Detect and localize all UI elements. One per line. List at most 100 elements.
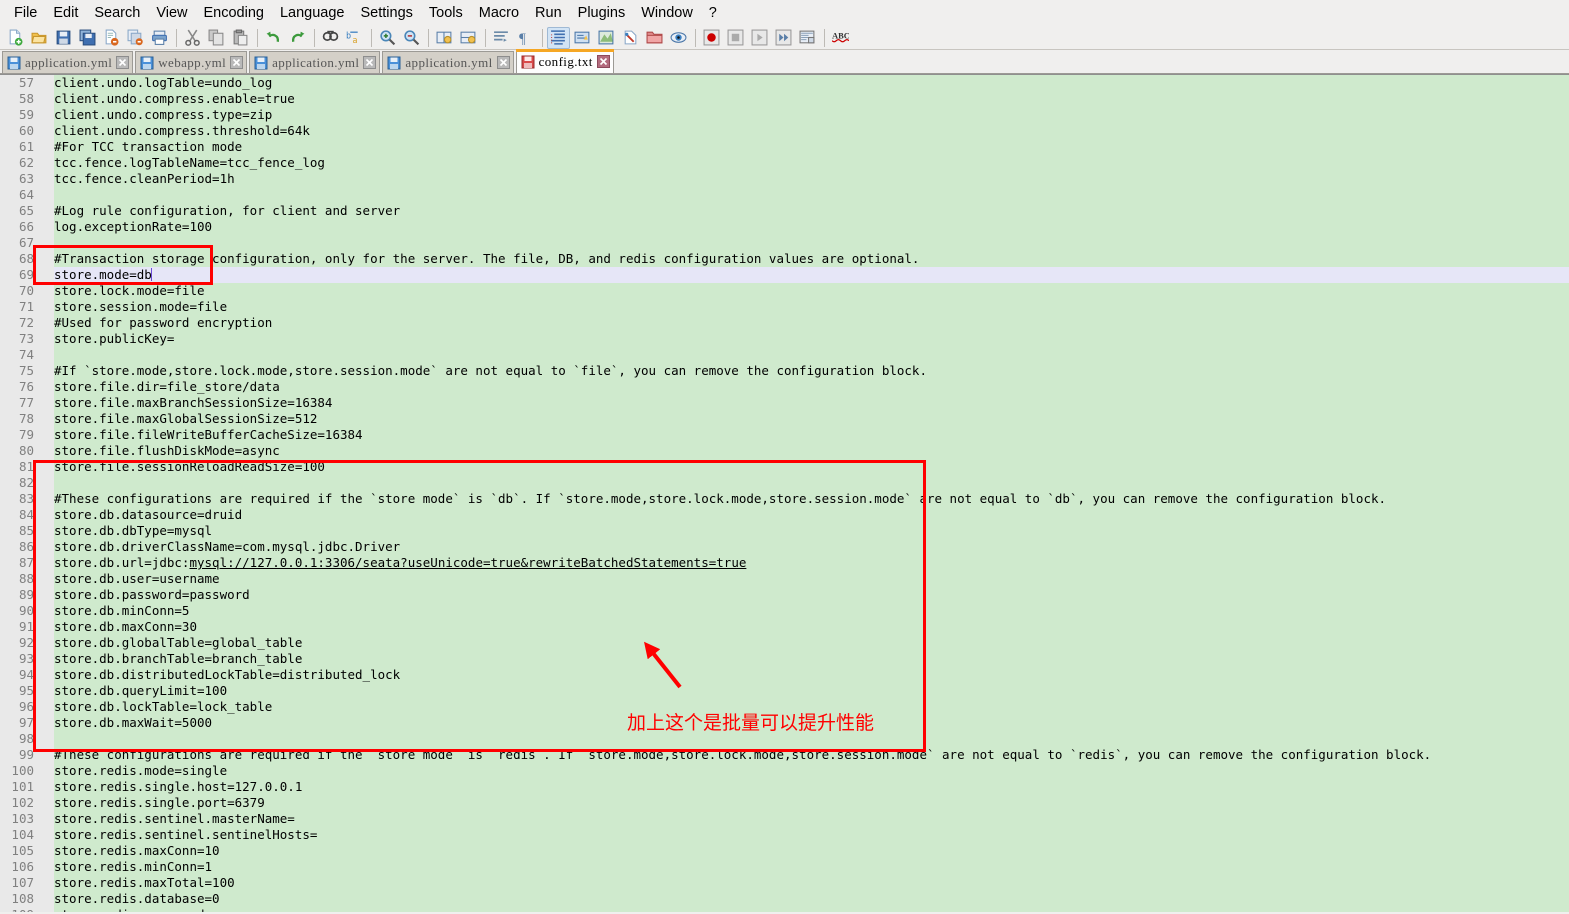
code-line[interactable]: 73 store.publicKey= bbox=[0, 331, 1569, 347]
code-line[interactable]: 78 store.file.maxGlobalSessionSize=512 bbox=[0, 411, 1569, 427]
save-icon[interactable] bbox=[52, 27, 75, 49]
new-file-icon[interactable] bbox=[4, 27, 27, 49]
code-line[interactable]: 106 store.redis.minConn=1 bbox=[0, 859, 1569, 875]
zoom-out-icon[interactable] bbox=[400, 27, 423, 49]
code-line[interactable]: 69 store.mode=db bbox=[0, 267, 1569, 283]
code-line[interactable]: 108 store.redis.database=0 bbox=[0, 891, 1569, 907]
code-line[interactable]: 75 #If `store.mode,store.lock.mode,store.… bbox=[0, 363, 1569, 379]
code-line[interactable]: 63 tcc.fence.cleanPeriod=1h bbox=[0, 171, 1569, 187]
code-line[interactable]: 85 store.db.dbType=mysql bbox=[0, 523, 1569, 539]
sync-vertical-scroll-icon[interactable] bbox=[433, 27, 456, 49]
menu-item-settings[interactable]: Settings bbox=[352, 2, 420, 25]
tab-application-yml[interactable]: application.yml bbox=[382, 51, 514, 73]
indent-guide-icon[interactable] bbox=[547, 26, 570, 49]
tab-config-txt-active[interactable]: config.txt bbox=[515, 49, 614, 73]
save-all-icon[interactable] bbox=[76, 27, 99, 49]
replace-icon[interactable]: ba bbox=[343, 27, 366, 49]
record-macro-icon[interactable] bbox=[700, 27, 723, 49]
monitoring-icon[interactable] bbox=[667, 27, 690, 49]
menu-item-[interactable]: ? bbox=[701, 2, 725, 25]
code-line[interactable]: 68 #Transaction storage configuration, on… bbox=[0, 251, 1569, 267]
code-line[interactable]: 57 client.undo.logTable=undo_log bbox=[0, 75, 1569, 91]
code-line[interactable]: 86 store.db.driverClassName=com.mysql.jdb… bbox=[0, 539, 1569, 555]
open-file-icon[interactable] bbox=[28, 27, 51, 49]
document-map-icon[interactable] bbox=[595, 27, 618, 49]
menu-item-encoding[interactable]: Encoding bbox=[196, 2, 272, 25]
code-line[interactable]: 91 store.db.maxConn=30 bbox=[0, 619, 1569, 635]
print-icon[interactable] bbox=[148, 27, 171, 49]
code-line[interactable]: 101 store.redis.single.host=127.0.0.1 bbox=[0, 779, 1569, 795]
zoom-in-icon[interactable] bbox=[376, 27, 399, 49]
code-line[interactable]: 80 store.file.flushDiskMode=async bbox=[0, 443, 1569, 459]
code-line[interactable]: 92 store.db.globalTable=global_table bbox=[0, 635, 1569, 651]
close-icon[interactable] bbox=[496, 56, 510, 69]
code-line[interactable]: 79 store.file.fileWriteBufferCacheSize=16… bbox=[0, 427, 1569, 443]
code-line[interactable]: 104 store.redis.sentinel.sentinelHosts= bbox=[0, 827, 1569, 843]
code-line[interactable]: 65 #Log rule configuration, for client an… bbox=[0, 203, 1569, 219]
find-icon[interactable] bbox=[319, 27, 342, 49]
user-defined-language-icon[interactable] bbox=[571, 27, 594, 49]
menu-item-search[interactable]: Search bbox=[86, 2, 148, 25]
code-line[interactable]: 95 store.db.queryLimit=100 bbox=[0, 683, 1569, 699]
menu-item-window[interactable]: Window bbox=[633, 2, 701, 25]
close-icon[interactable] bbox=[363, 56, 377, 69]
menu-item-edit[interactable]: Edit bbox=[45, 2, 86, 25]
url-link[interactable]: mysql://127.0.0.1:3306/seata?useUnicode=… bbox=[189, 555, 746, 570]
code-line[interactable]: 84 store.db.datasource=druid bbox=[0, 507, 1569, 523]
code-line[interactable]: 107 store.redis.maxTotal=100 bbox=[0, 875, 1569, 891]
code-line[interactable]: 58 client.undo.compress.enable=true bbox=[0, 91, 1569, 107]
code-line[interactable]: 72 #Used for password encryption bbox=[0, 315, 1569, 331]
code-line[interactable]: 93 store.db.branchTable=branch_table bbox=[0, 651, 1569, 667]
code-line[interactable]: 61 #For TCC transaction mode bbox=[0, 139, 1569, 155]
close-icon[interactable] bbox=[230, 56, 244, 69]
tab-application-yml[interactable]: application.yml bbox=[2, 51, 134, 73]
tab-webapp-yml[interactable]: webapp.yml bbox=[135, 51, 248, 73]
play-macro-icon[interactable] bbox=[748, 27, 771, 49]
code-line[interactable]: 74 bbox=[0, 347, 1569, 363]
code-line[interactable]: 102 store.redis.single.port=6379 bbox=[0, 795, 1569, 811]
code-line[interactable]: 99 #These configurations are required if … bbox=[0, 747, 1569, 763]
code-line[interactable]: 89 store.db.password=password bbox=[0, 587, 1569, 603]
code-line[interactable]: 82 bbox=[0, 475, 1569, 491]
sync-horizontal-scroll-icon[interactable] bbox=[457, 27, 480, 49]
copy-icon[interactable] bbox=[205, 27, 228, 49]
code-line[interactable]: 71 store.session.mode=file bbox=[0, 299, 1569, 315]
menu-item-tools[interactable]: Tools bbox=[421, 2, 471, 25]
tab-application-yml[interactable]: application.yml bbox=[249, 51, 381, 73]
run-macro-multiple-icon[interactable] bbox=[772, 27, 795, 49]
spell-check-icon[interactable]: ABC bbox=[829, 27, 852, 49]
code-line[interactable]: 76 store.file.dir=file_store/data bbox=[0, 379, 1569, 395]
redo-icon[interactable] bbox=[286, 27, 309, 49]
code-line[interactable]: 62 tcc.fence.logTableName=tcc_fence_log bbox=[0, 155, 1569, 171]
code-line[interactable]: 81 store.file.sessionReloadReadSize=100 bbox=[0, 459, 1569, 475]
code-line[interactable]: 88 store.db.user=username bbox=[0, 571, 1569, 587]
close-file-icon[interactable] bbox=[100, 27, 123, 49]
code-line[interactable]: 70 store.lock.mode=file bbox=[0, 283, 1569, 299]
code-line[interactable]: 77 store.file.maxBranchSessionSize=16384 bbox=[0, 395, 1569, 411]
menu-item-plugins[interactable]: Plugins bbox=[570, 2, 634, 25]
code-line[interactable]: 105 store.redis.maxConn=10 bbox=[0, 843, 1569, 859]
stop-recording-icon[interactable] bbox=[724, 27, 747, 49]
undo-icon[interactable] bbox=[262, 27, 285, 49]
word-wrap-icon[interactable] bbox=[490, 27, 513, 49]
code-line[interactable]: 87 store.db.url=jdbc:mysql://127.0.0.1:33… bbox=[0, 555, 1569, 571]
code-line[interactable]: 60 client.undo.compress.threshold=64k bbox=[0, 123, 1569, 139]
text-editor-area[interactable]: 57 client.undo.logTable=undo_log 58 client.… bbox=[0, 74, 1569, 912]
save-macro-icon[interactable] bbox=[796, 27, 819, 49]
menu-item-language[interactable]: Language bbox=[272, 2, 353, 25]
menu-item-macro[interactable]: Macro bbox=[471, 2, 527, 25]
code-line[interactable]: 94 store.db.distributedLockTable=distribu… bbox=[0, 667, 1569, 683]
menu-item-run[interactable]: Run bbox=[527, 2, 570, 25]
function-list-icon[interactable] bbox=[619, 27, 642, 49]
code-line[interactable]: 103 store.redis.sentinel.masterName= bbox=[0, 811, 1569, 827]
code-line[interactable]: 66 log.exceptionRate=100 bbox=[0, 219, 1569, 235]
code-line[interactable]: 90 store.db.minConn=5 bbox=[0, 603, 1569, 619]
cut-icon[interactable] bbox=[181, 27, 204, 49]
menu-item-file[interactable]: File bbox=[6, 2, 45, 25]
code-lines[interactable]: 57 client.undo.logTable=undo_log 58 client.… bbox=[0, 75, 1569, 912]
folder-as-workspace-icon[interactable] bbox=[643, 27, 666, 49]
close-icon[interactable] bbox=[116, 56, 130, 69]
code-line[interactable]: 83 #These configurations are required if … bbox=[0, 491, 1569, 507]
code-line[interactable]: 59 client.undo.compress.type=zip bbox=[0, 107, 1569, 123]
code-line[interactable]: 100 store.redis.mode=single bbox=[0, 763, 1569, 779]
